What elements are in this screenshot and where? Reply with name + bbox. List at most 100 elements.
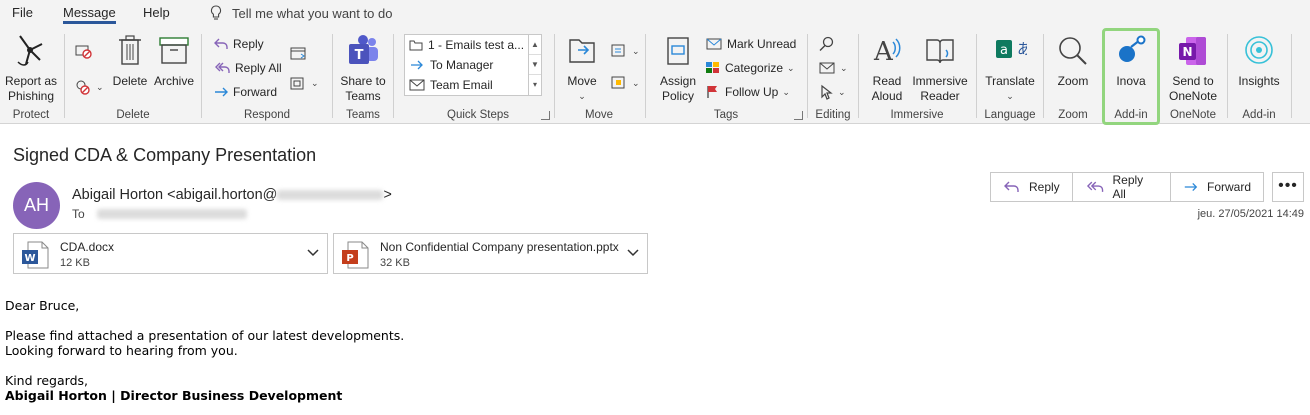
redacted-recipient[interactable]: [96, 209, 247, 219]
scroll-up-icon[interactable]: ▲: [529, 35, 541, 55]
read-aloud-icon: A: [873, 37, 901, 67]
chevron-down-icon[interactable]: [307, 248, 319, 258]
quick-step-item[interactable]: 1 - Emails test a...: [405, 35, 541, 55]
tab-help[interactable]: Help: [143, 5, 170, 20]
scroll-down-icon[interactable]: ▼: [529, 55, 541, 75]
tab-file[interactable]: File: [12, 5, 33, 20]
body-signature: Abigail Horton | Director Business Devel…: [5, 388, 343, 403]
move-folder-icon: [569, 39, 595, 63]
meeting-button[interactable]: [289, 42, 307, 64]
send-to-onenote-button[interactable]: N Send to OneNote: [1163, 32, 1223, 104]
reply-ribbon-button[interactable]: Reply: [213, 33, 264, 55]
chevron-down-icon: ⌄: [840, 62, 848, 73]
message-body: Dear Bruce, Please find attached a prese…: [5, 298, 404, 403]
ignore-button[interactable]: [74, 40, 92, 62]
move-button[interactable]: Move ⌄: [560, 32, 604, 104]
related-mail-icon: [819, 62, 835, 74]
sender-name: Abigail Horton <abigail.horton@: [72, 187, 278, 203]
mark-unread-button[interactable]: Mark Unread: [705, 33, 796, 55]
more-move-button[interactable]: ⌄: [610, 72, 640, 94]
envelope-icon: [409, 79, 425, 91]
chevron-down-icon: ⌄: [632, 45, 640, 56]
junk-button[interactable]: ⌄: [74, 76, 104, 98]
attachment-size: 12 KB: [60, 257, 90, 269]
attachment-card[interactable]: W CDA.docx 12 KB: [13, 233, 328, 274]
attachment-size: 32 KB: [380, 257, 410, 269]
message-subject: Signed CDA & Company Presentation: [13, 145, 317, 165]
separator: [393, 34, 394, 118]
separator: [332, 34, 333, 118]
share-to-teams-button[interactable]: T Share to Teams: [336, 32, 390, 104]
group-label-language: Language: [984, 109, 1036, 121]
group-immersive: A Read Aloud Immersive Reader Immersive: [860, 30, 974, 122]
group-label-onenote: OneNote: [1169, 109, 1217, 121]
chevron-down-icon[interactable]: [627, 248, 639, 258]
related-button[interactable]: ⌄: [818, 57, 848, 79]
group-zoom: Zoom Zoom: [1045, 30, 1101, 122]
more-respond-icon: [290, 77, 304, 90]
attachment-card[interactable]: P Non Confidential Company presentation.…: [333, 233, 648, 274]
message-actions: Reply Reply All Forward: [990, 172, 1264, 202]
folder-icon: [409, 40, 423, 51]
ignore-icon: [75, 45, 92, 59]
dialog-launcher-icon[interactable]: [794, 111, 803, 120]
body-greeting: Dear Bruce,: [5, 298, 80, 313]
group-label-editing: Editing: [815, 109, 851, 121]
zoom-button[interactable]: Zoom: [1047, 32, 1099, 89]
sender-line[interactable]: Abigail Horton <abigail.horton@ >: [72, 187, 392, 203]
group-label-immersive: Immersive: [890, 109, 944, 121]
group-quick-steps: 1 - Emails test a... To Manager Team Ema…: [404, 30, 552, 122]
separator: [64, 34, 65, 118]
categorize-button[interactable]: Categorize ⌄: [705, 57, 795, 79]
group-protect: Report as Phishing Protect: [0, 30, 62, 122]
group-label-teams: Teams: [346, 109, 380, 121]
quick-steps-gallery: 1 - Emails test a... To Manager Team Ema…: [404, 34, 542, 96]
expand-gallery-icon[interactable]: ▾: [529, 75, 541, 95]
avatar[interactable]: AH: [13, 182, 60, 229]
magnifier-icon: [1059, 37, 1087, 65]
select-button[interactable]: ⌄: [818, 81, 846, 103]
assign-policy-button[interactable]: Assign Policy: [651, 32, 705, 104]
reply-all-button[interactable]: Reply All: [1073, 173, 1171, 201]
separator: [201, 34, 202, 118]
forward-button[interactable]: Forward: [1171, 173, 1263, 201]
reply-button[interactable]: Reply: [991, 173, 1073, 201]
more-actions-button[interactable]: •••: [1272, 172, 1304, 202]
report-phishing-button[interactable]: Report as Phishing: [2, 32, 60, 104]
quick-step-item[interactable]: To Manager: [405, 55, 541, 75]
rules-icon: [611, 44, 625, 57]
sender-suffix: >: [383, 187, 392, 203]
delete-button[interactable]: Delete: [108, 32, 152, 89]
translate-button[interactable]: aあ Translate ⌄: [980, 32, 1040, 104]
follow-up-button[interactable]: Follow Up ⌄: [705, 81, 790, 103]
group-editing: ⌄ ⌄ Editing: [809, 30, 857, 122]
forward-ribbon-button[interactable]: Forward: [213, 81, 277, 103]
word-file-icon: W: [22, 241, 49, 269]
redacted-domain: [277, 190, 384, 201]
group-label-protect: Protect: [12, 109, 50, 121]
archive-icon: [159, 37, 189, 64]
more-respond-button[interactable]: ⌄: [289, 72, 319, 94]
group-tags: Assign Policy Mark Unread Categorize ⌄ F…: [647, 30, 805, 122]
immersive-reader-button[interactable]: Immersive Reader: [910, 32, 970, 104]
read-aloud-button[interactable]: A Read Aloud: [862, 32, 912, 104]
quick-step-item[interactable]: Team Email: [405, 75, 541, 95]
find-button[interactable]: [818, 33, 836, 55]
group-teams: T Share to Teams Teams: [334, 30, 392, 122]
group-onenote: N Send to OneNote OneNote: [1161, 30, 1225, 122]
tell-me-box[interactable]: Tell me what you want to do: [210, 5, 392, 21]
separator: [645, 34, 646, 118]
group-label-respond: Respond: [243, 109, 291, 121]
dialog-launcher-icon[interactable]: [541, 111, 550, 120]
separator: [1291, 34, 1292, 118]
tab-message[interactable]: Message: [63, 5, 116, 24]
forward-icon: [215, 87, 228, 97]
chevron-down-icon: ⌄: [578, 91, 586, 101]
chevron-down-icon: ⌄: [838, 86, 846, 97]
rules-button[interactable]: ⌄: [610, 40, 640, 62]
quick-steps-scroll[interactable]: ▲ ▼ ▾: [528, 35, 541, 95]
archive-button[interactable]: Archive: [150, 32, 198, 89]
group-label-move: Move: [584, 109, 614, 121]
reply-all-ribbon-button[interactable]: Reply All: [213, 57, 282, 79]
insights-button[interactable]: Insights: [1231, 32, 1287, 89]
